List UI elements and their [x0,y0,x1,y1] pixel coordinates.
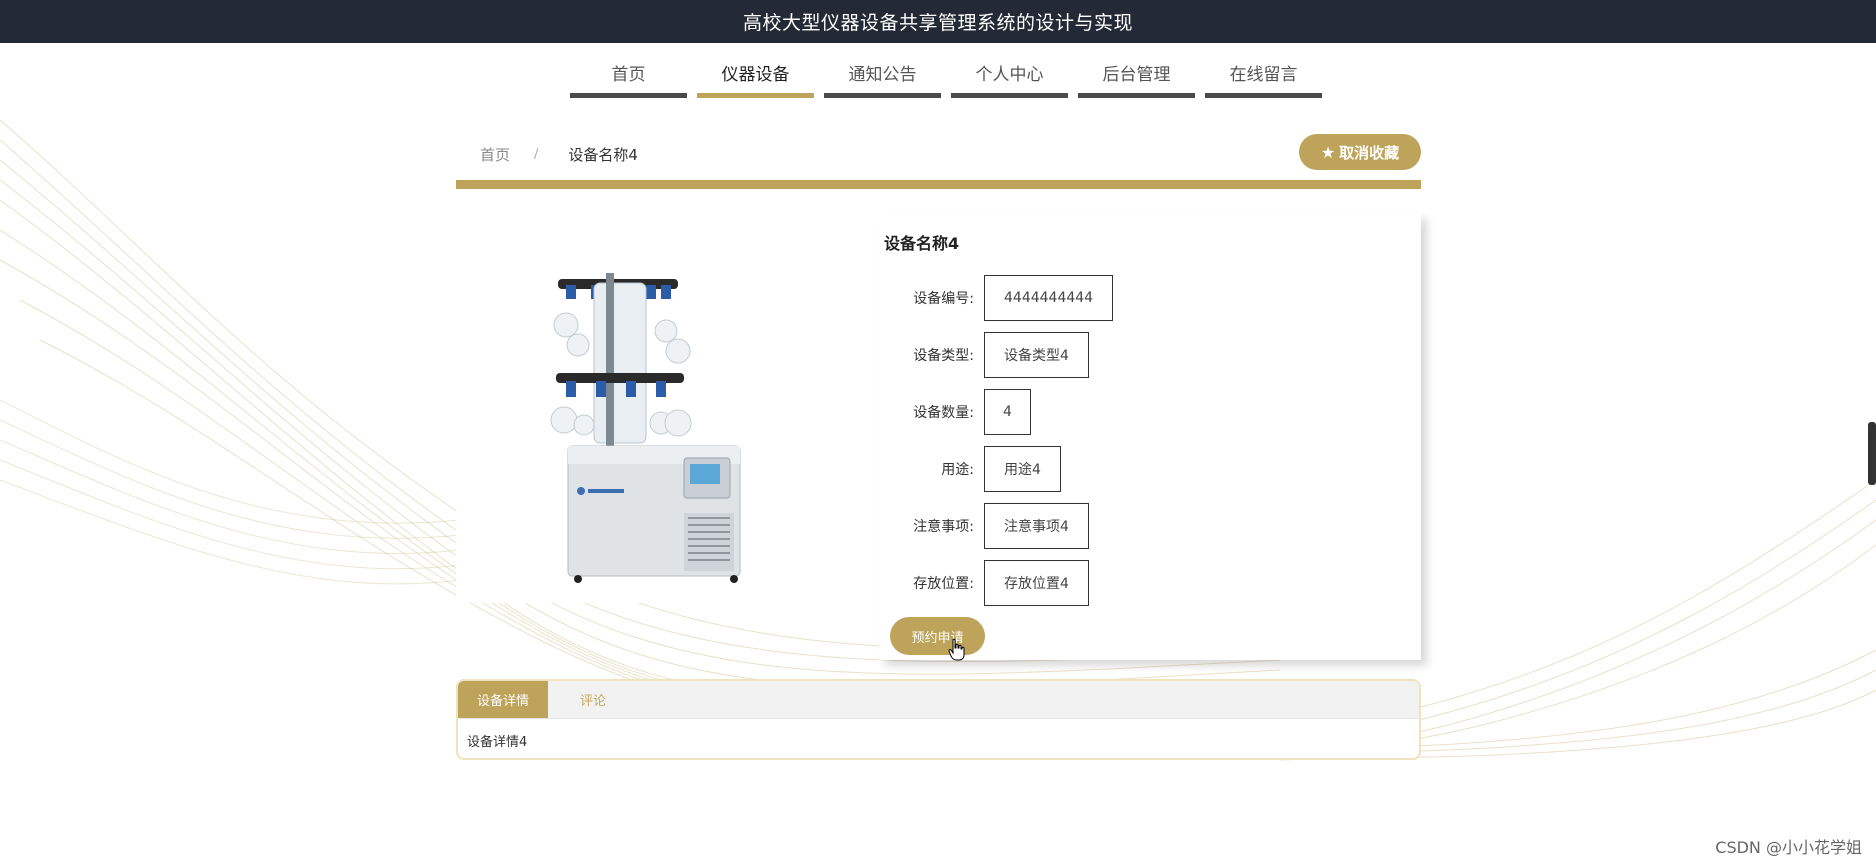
field-usage: 用途: 用途4 [884,446,1061,492]
tab-comments[interactable]: 评论 [548,681,638,718]
nav-item-notices[interactable]: 通知公告 [824,55,941,98]
device-detail-card: 设备名称4 设备编号: 4444444444 设备类型: 设备类型4 设备数量:… [456,213,1421,661]
precautions-value: 注意事项4 [984,503,1089,549]
field-label: 注意事项: [913,519,974,535]
watermark: CSDN @小小花学姐 [1715,838,1862,857]
nav-label: 仪器设备 [721,65,790,85]
nav-label: 后台管理 [1102,65,1171,85]
nav-item-admin[interactable]: 后台管理 [1078,55,1195,98]
star-icon: ★ [1320,142,1336,162]
field-label: 用途: [941,462,974,478]
freeze-dryer-image [550,273,741,583]
device-image [456,213,851,603]
breadcrumb-separator: / [534,147,539,162]
tab-content: 设备详情4 [467,735,528,750]
scrollbar-thumb[interactable] [1868,422,1876,485]
device-type-value: 设备类型4 [984,332,1089,378]
nav-item-instruments[interactable]: 仪器设备 [697,55,814,98]
site-title: 高校大型仪器设备共享管理系统的设计与实现 [742,12,1133,34]
field-storage-location: 存放位置: 存放位置4 [884,560,1089,606]
field-label: 存放位置: [913,576,974,592]
reserve-button[interactable]: 预约申请 [890,617,985,655]
main-nav: 首页 仪器设备 通知公告 个人中心 后台管理 在线留言 [570,55,1322,98]
unfavorite-button[interactable]: ★ 取消收藏 [1299,134,1421,170]
detail-tabs: 设备详情 评论 设备详情4 [456,679,1421,760]
nav-item-personal-center[interactable]: 个人中心 [951,55,1068,98]
storage-location-value: 存放位置4 [984,560,1089,606]
device-name-title: 设备名称4 [884,234,960,253]
field-label: 设备编号: [913,291,974,307]
field-device-type: 设备类型: 设备类型4 [884,332,1089,378]
unfavorite-label: 取消收藏 [1339,143,1400,162]
top-bar: 高校大型仪器设备共享管理系统的设计与实现 [0,0,1876,43]
nav-label: 在线留言 [1229,65,1298,85]
nav-label: 个人中心 [975,65,1044,85]
breadcrumb: 首页 / 设备名称4 [480,144,638,165]
field-label: 设备类型: [913,348,974,364]
breadcrumb-current: 设备名称4 [568,146,638,164]
field-device-quantity: 设备数量: 4 [884,389,1031,435]
breadcrumb-home-link[interactable]: 首页 [480,144,510,165]
device-quantity-value: 4 [984,389,1031,435]
field-precautions: 注意事项: 注意事项4 [884,503,1089,549]
field-label: 设备数量: [913,405,974,421]
nav-item-home[interactable]: 首页 [570,55,687,98]
usage-value: 用途4 [984,446,1061,492]
nav-label: 通知公告 [848,65,917,85]
field-device-number: 设备编号: 4444444444 [884,275,1114,321]
hand-cursor-icon [948,638,965,661]
device-number-value: 4444444444 [984,275,1114,321]
nav-item-messages[interactable]: 在线留言 [1205,55,1322,98]
tab-device-details[interactable]: 设备详情 [458,681,548,718]
nav-label: 首页 [611,65,646,85]
tabs-header: 设备详情 评论 [458,681,1419,719]
breadcrumb-bar: 首页 / 设备名称4 ★ 取消收藏 [456,133,1421,189]
